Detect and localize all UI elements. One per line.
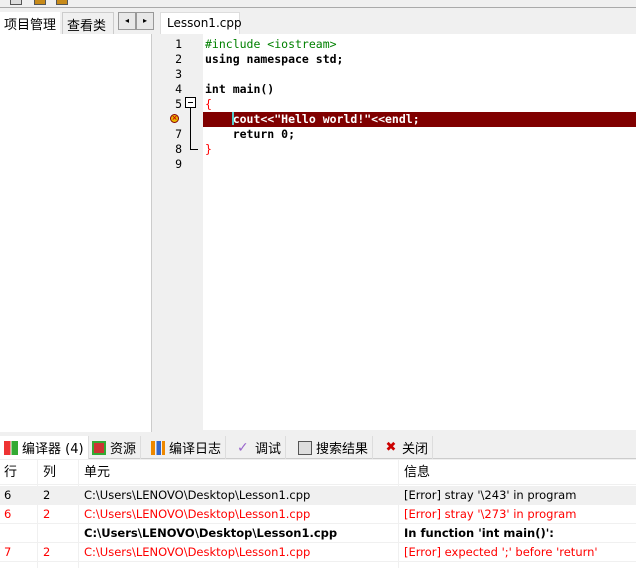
code-editor[interactable]: 1 #include <iostream> 2 using namespace st… (160, 34, 636, 430)
scroll-right-button[interactable]: ▸ (136, 12, 154, 30)
bottom-tabs: 编译器 (4) 资源 编译日志 ✓ 调试 搜索结果 ✖ 关闭 (0, 436, 636, 459)
toolbar (0, 0, 636, 8)
project-tree[interactable] (0, 34, 152, 432)
code-line: 5{ (175, 97, 212, 111)
tab-search-results[interactable]: 搜索结果 (294, 436, 374, 459)
code-line: 3 (175, 67, 182, 81)
tab-compile-log[interactable]: 编译日志 (147, 436, 227, 459)
header-message[interactable]: 信息 (404, 460, 430, 485)
search-icon (298, 440, 312, 455)
table-row[interactable]: 7 2 C:\Users\LENOVO\Desktop\Lesson1.cpp [Er… (0, 543, 636, 562)
scroll-left-button[interactable]: ◂ (118, 12, 136, 30)
tab-resources[interactable]: 资源 (88, 436, 142, 459)
tab-lesson1-cpp[interactable]: Lesson1.cpp (160, 12, 242, 34)
table-row[interactable]: 6 2 C:\Users\LENOVO\Desktop\Lesson1.cpp [Er… (0, 486, 636, 505)
text-caret (232, 112, 234, 125)
header-line[interactable]: 行 (4, 460, 17, 485)
grid-icon (4, 440, 18, 455)
fold-collapse-icon[interactable] (185, 97, 196, 108)
toolbar-button[interactable] (10, 0, 22, 5)
bar-chart-icon (151, 440, 165, 455)
tab-project-manager[interactable]: 项目管理 (0, 12, 61, 36)
resources-icon (92, 440, 106, 455)
checkmark-icon: ✓ (237, 439, 249, 456)
compiler-messages-table: 行 列 单元 信息 6 2 C:\Users\LENOVO\Desktop\Less… (0, 460, 636, 568)
left-panel: 项目管理 查看类 ◂ ▸ (0, 8, 157, 432)
tab-debug[interactable]: ✓ 调试 (233, 436, 287, 459)
table-header: 行 列 单元 信息 (0, 460, 636, 485)
error-marker-icon: × (170, 114, 179, 123)
code-line: 7 return 0; (175, 127, 296, 141)
table-row[interactable]: C:\Users\LENOVO\Desktop\Lesson1.cpp In fu… (0, 524, 636, 543)
error-line: cout<<"Hello world!"<<endl; (203, 112, 636, 127)
toolbar-button[interactable] (56, 0, 68, 5)
close-icon: ✖ (385, 439, 397, 455)
tab-close[interactable]: ✖ 关闭 (380, 436, 434, 459)
fold-line (190, 108, 198, 150)
toolbar-button[interactable] (34, 0, 46, 5)
tab-compiler[interactable]: 编译器 (4) (0, 436, 89, 459)
header-unit[interactable]: 单元 (84, 460, 110, 485)
tab-class-view[interactable]: 查看类 (62, 12, 114, 34)
code-line: 1 #include <iostream> (175, 37, 337, 51)
header-column[interactable]: 列 (43, 460, 56, 485)
table-row[interactable]: 6 2 C:\Users\LENOVO\Desktop\Lesson1.cpp [Er… (0, 505, 636, 524)
code-line: 2 using namespace std; (175, 52, 344, 66)
code-line: 4 int main() (175, 82, 275, 96)
code-line: 9 (175, 157, 182, 171)
code-line: 8} (175, 142, 212, 156)
